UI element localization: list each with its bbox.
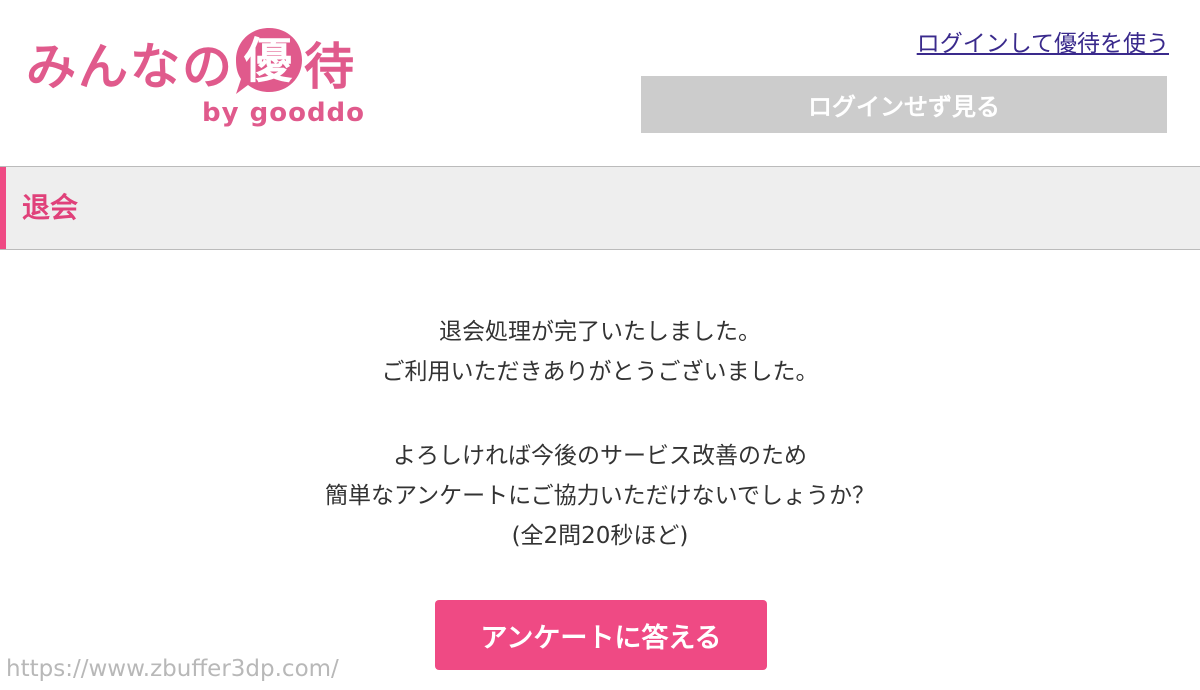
logo-text-before: みんなの — [26, 38, 234, 96]
view-without-login-button[interactable]: ログインせず見る — [641, 76, 1167, 133]
logo-wordmark: みんなの優待 — [26, 27, 356, 98]
logo-badge: 優 — [232, 24, 306, 98]
page: みんなの優待 by gooddo ログインして優待を使う ログインせず見る 退会… — [0, 0, 1200, 690]
header: みんなの優待 by gooddo ログインして優待を使う ログインせず見る — [0, 0, 1200, 166]
message-line: ご利用いただきありがとうございました。 — [381, 359, 819, 385]
page-title: 退会 — [22, 191, 79, 224]
answer-survey-button[interactable]: アンケートに答える — [435, 600, 767, 670]
message-line: 退会処理が完了いたしました。 — [439, 319, 761, 345]
message-line: 簡単なアンケートにご協力いただけないでしょうか？ — [325, 483, 875, 509]
logo-badge-char: 優 — [243, 32, 294, 89]
message-line: (全2問20秒ほど) — [511, 523, 689, 549]
section-header: 退会 — [0, 166, 1200, 250]
logo[interactable]: みんなの優待 by gooddo — [26, 14, 366, 134]
login-link[interactable]: ログインして優待を使う — [917, 24, 1169, 58]
completion-message: 退会処理が完了いたしました。 ご利用いただきありがとうございました。 よろしけれ… — [0, 312, 1200, 556]
logo-text-after: 待 — [304, 38, 356, 96]
watermark: https://www.zbuffer3dp.com/ — [6, 656, 339, 682]
section-accent-bar — [0, 167, 6, 249]
message-line: よろしければ今後のサービス改善のため — [393, 443, 807, 469]
logo-subtitle: by gooddo — [202, 98, 366, 128]
